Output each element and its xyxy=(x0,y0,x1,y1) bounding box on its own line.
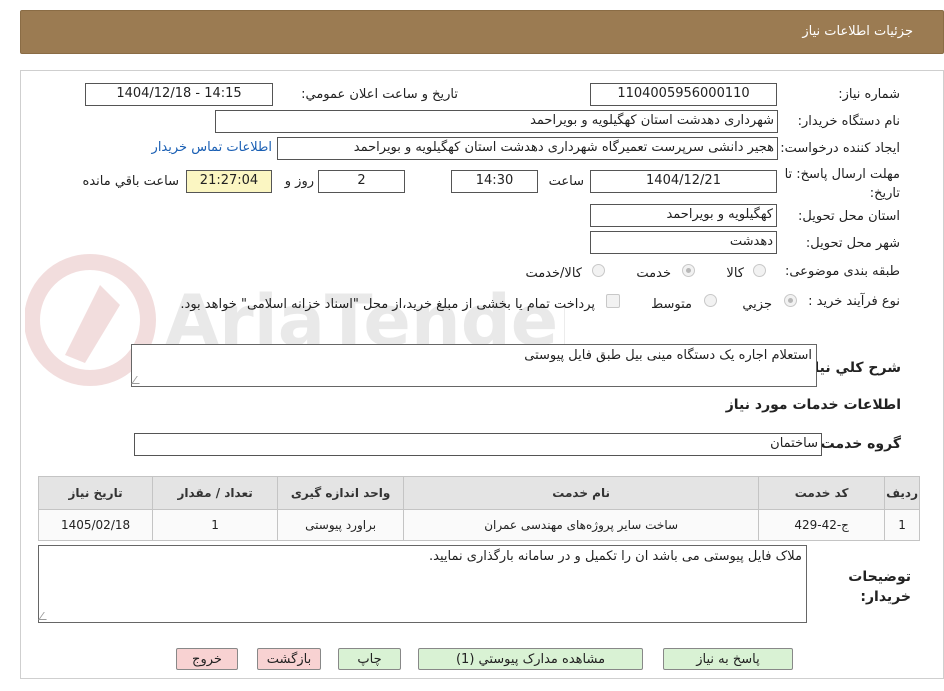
process-minor-label: جزيي xyxy=(742,297,772,312)
need-number-field: 1104005956000110 xyxy=(590,83,777,106)
cell-service-name: ساخت سایر پروژه‌های مهندسی عمران xyxy=(403,509,760,541)
cell-row-number: 1 xyxy=(884,509,920,541)
buyer-contact-link[interactable]: اطلاعات تماس خریدار xyxy=(152,140,272,155)
remaining-time-field: 21:27:04 xyxy=(186,170,272,193)
city-label: شهر محل تحویل: xyxy=(805,236,900,251)
page-header: جزئیات اطلاعات نیاز xyxy=(20,10,944,54)
need-number-label: شماره نیاز: xyxy=(838,87,900,102)
province-field: کهگیلویه و بویراحمد xyxy=(590,204,777,227)
description-text: استعلام اجاره یک دستگاه مینی بیل طبق فای… xyxy=(524,348,812,363)
category-goods-radio[interactable] xyxy=(753,264,766,277)
category-service-radio[interactable] xyxy=(682,264,695,277)
cell-service-code: ج-42-429 xyxy=(758,509,886,541)
process-medium-radio[interactable] xyxy=(704,294,717,307)
page-title: جزئیات اطلاعات نیاز xyxy=(802,24,913,39)
deadline-time-label: ساعت xyxy=(548,174,584,189)
province-label: استان محل تحویل: xyxy=(798,209,900,224)
cell-quantity: 1 xyxy=(152,509,279,541)
remaining-time-label: ساعت باقي مانده xyxy=(82,174,179,189)
city-field: دهدشت xyxy=(590,231,777,254)
buyer-field: شهرداری دهدشت استان کهگیلویه و بویراحمد xyxy=(215,110,778,133)
buyer-label: نام دستگاه خریدار: xyxy=(797,114,900,129)
deadline-date-field: 1404/12/21 xyxy=(590,170,777,193)
treasury-payment-checkbox[interactable] xyxy=(606,294,620,308)
back-button[interactable]: بازگشت xyxy=(257,648,321,670)
days-remaining-field: 2 xyxy=(318,170,405,193)
deadline-label: مهلت ارسال پاسخ: تا تاریخ: xyxy=(784,167,900,201)
deadline-time-field: 14:30 xyxy=(451,170,538,193)
services-table: رديف کد خدمت نام خدمت واحد اندازه گیری ت… xyxy=(37,476,920,541)
description-textarea: استعلام اجاره یک دستگاه مینی بیل طبق فای… xyxy=(131,344,817,387)
category-label: طبقه بندی موضوعی: xyxy=(784,264,900,279)
view-attachments-button[interactable]: مشاهده مدارک پیوستي (1) xyxy=(418,648,643,670)
resize-grip-icon[interactable] xyxy=(131,376,145,384)
table-row: 1 ج-42-429 ساخت سایر پروژه‌های مهندسی عم… xyxy=(37,509,920,541)
requester-field: هجیر دانشی سرپرست تعمیرگاه شهرداری دهدشت… xyxy=(277,137,778,160)
category-goods-service-label: کالا/خدمت xyxy=(525,266,582,281)
payment-note: پرداخت تمام یا بخشی از مبلغ خرید،از محل … xyxy=(180,297,595,312)
cell-need-date: 1405/02/18 xyxy=(37,509,154,541)
category-goods-service-radio[interactable] xyxy=(592,264,605,277)
service-group-label: گروه خدمت: xyxy=(815,436,901,452)
table-header-row: رديف کد خدمت نام خدمت واحد اندازه گیری ت… xyxy=(37,476,920,510)
category-goods-label: کالا xyxy=(726,266,744,281)
reply-to-need-button[interactable]: پاسخ به نیاز xyxy=(663,648,793,670)
col-header-quantity: تعداد / مقدار xyxy=(152,476,279,510)
col-header-service-name: نام خدمت xyxy=(403,476,760,510)
col-header-service-code: کد خدمت xyxy=(758,476,886,510)
col-header-unit: واحد اندازه گیری xyxy=(277,476,405,510)
process-medium-label: متوسط xyxy=(651,297,692,312)
cell-unit: براورد پیوستی xyxy=(277,509,405,541)
col-header-need-date: تاريخ نياز xyxy=(37,476,154,510)
services-section-title: اطلاعات خدمات مورد نیاز xyxy=(725,397,901,413)
exit-button[interactable]: خروج xyxy=(176,648,238,670)
announce-label: تاریخ و ساعت اعلان عمومي: xyxy=(301,87,458,102)
category-service-label: خدمت xyxy=(636,266,671,281)
process-minor-radio[interactable] xyxy=(784,294,797,307)
col-header-row-number: رديف xyxy=(884,476,920,510)
days-label: روز و xyxy=(284,174,314,189)
requester-label: ایجاد کننده درخواست: xyxy=(780,141,900,156)
buyer-notes-text: ملاک فایل پیوستی می باشد ان را تکمیل و د… xyxy=(429,549,802,564)
process-label: نوع فرآیند خرید : xyxy=(808,294,900,309)
print-button[interactable]: چاپ xyxy=(338,648,401,670)
buyer-notes-textarea: ملاک فایل پیوستی می باشد ان را تکمیل و د… xyxy=(38,545,807,623)
buyer-notes-label: توضیحات خریدار: xyxy=(848,569,911,605)
service-group-field: ساختمان xyxy=(134,433,822,456)
resize-grip-icon[interactable] xyxy=(38,612,52,620)
announce-datetime-field: 1404/12/18 - 14:15 xyxy=(85,83,273,106)
